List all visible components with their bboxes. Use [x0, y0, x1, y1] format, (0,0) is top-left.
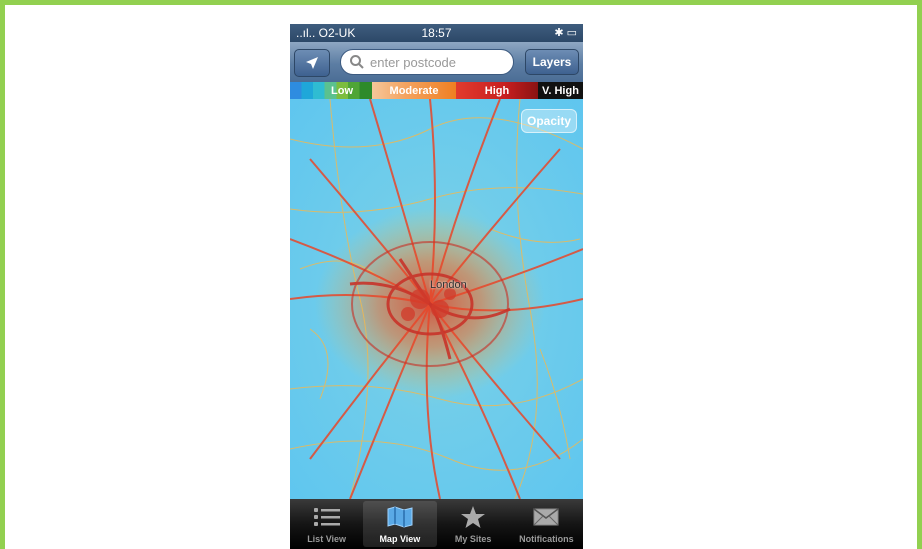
layers-button[interactable]: Layers	[525, 49, 579, 75]
legend-low-label: Low	[331, 84, 353, 97]
opacity-button[interactable]: Opacity	[521, 109, 577, 133]
legend-high-label: High	[484, 84, 510, 97]
tab-label: Map View	[379, 534, 421, 544]
star-icon	[459, 505, 487, 529]
legend-moderate: Moderate	[372, 82, 456, 99]
tab-label: My Sites	[454, 534, 492, 544]
locate-button[interactable]	[294, 49, 330, 77]
postcode-search-input[interactable]: enter postcode	[340, 49, 514, 75]
nav-bar: enter postcode Layers	[290, 42, 583, 83]
list-icon	[313, 505, 341, 529]
legend-low: Low	[290, 82, 372, 99]
pollution-legend: Low Moderate High V. High	[290, 82, 583, 99]
tab-label: List View	[307, 534, 347, 544]
legend-moderate-label: Moderate	[389, 84, 439, 97]
heat-map[interactable]: Opacity London	[290, 99, 583, 499]
tab-bar: List View Map View My Sites Notification…	[290, 499, 583, 549]
map-label-london: London	[430, 279, 467, 291]
legend-very-high: V. High	[538, 82, 583, 99]
tab-map-view[interactable]: Map View	[363, 501, 437, 547]
search-placeholder: enter postcode	[370, 54, 457, 70]
search-icon	[350, 55, 364, 69]
status-bar: ..ıl.. O2-UK 18:57 ✱ ▭	[290, 24, 583, 42]
tab-notifications[interactable]: Notifications	[510, 499, 583, 549]
tab-list-view[interactable]: List View	[290, 499, 363, 549]
clock: 18:57	[421, 26, 452, 40]
tab-my-sites[interactable]: My Sites	[437, 499, 510, 549]
tab-label: Notifications	[519, 534, 574, 544]
envelope-icon	[532, 505, 560, 529]
legend-high: High	[456, 82, 538, 99]
battery-icon: ✱ ▭	[554, 27, 577, 39]
legend-very-high-label: V. High	[542, 84, 579, 97]
location-arrow-icon	[306, 57, 318, 69]
map-icon	[386, 505, 414, 529]
phone-screen: ..ıl.. O2-UK 18:57 ✱ ▭ enter postcode La…	[290, 24, 583, 549]
road-network	[290, 99, 583, 499]
